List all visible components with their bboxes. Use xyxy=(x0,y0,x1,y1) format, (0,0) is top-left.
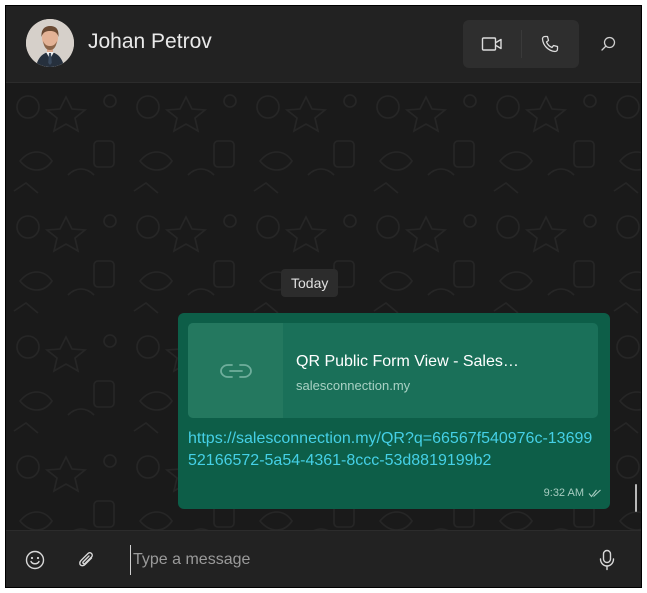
search-button[interactable] xyxy=(591,20,625,68)
message-time: 9:32 AM xyxy=(543,487,584,499)
avatar[interactable] xyxy=(26,19,74,67)
link-preview-title: QR Public Form View - Sales… xyxy=(296,353,519,370)
microphone-icon xyxy=(599,549,615,570)
video-call-button[interactable] xyxy=(463,20,521,68)
outgoing-message-bubble[interactable]: QR Public Form View - Sales… salesconnec… xyxy=(178,313,610,509)
video-camera-icon xyxy=(481,37,502,51)
voice-message-button[interactable] xyxy=(592,531,622,587)
user-avatar-icon xyxy=(26,19,74,67)
double-check-icon xyxy=(588,489,601,497)
link-icon xyxy=(219,363,252,378)
attach-button[interactable] xyxy=(72,531,102,587)
search-icon xyxy=(601,36,616,51)
message-meta: 9:32 AM xyxy=(544,487,602,499)
chat-window: Johan Petrov Today QR Public Form View -… xyxy=(5,5,642,588)
message-composer xyxy=(6,530,641,587)
call-button-group xyxy=(463,20,579,68)
link-preview-domain: salesconnection.my xyxy=(296,378,411,393)
message-link-text[interactable]: https://salesconnection.my/QR?q=66567f54… xyxy=(188,428,598,472)
voice-call-button[interactable] xyxy=(521,20,579,68)
chat-scrollbar[interactable] xyxy=(635,484,637,512)
emoji-button[interactable] xyxy=(20,531,50,587)
message-area[interactable]: Today QR Public Form View - Sales… sales… xyxy=(6,83,641,530)
message-input[interactable] xyxy=(130,545,593,575)
link-preview-thumbnail xyxy=(188,323,283,418)
date-separator: Today xyxy=(281,269,339,297)
paperclip-icon xyxy=(79,551,93,566)
emoji-icon xyxy=(25,550,45,569)
phone-icon xyxy=(541,35,559,53)
chat-header: Johan Petrov xyxy=(6,6,641,83)
link-preview-card[interactable]: QR Public Form View - Sales… salesconnec… xyxy=(188,323,598,418)
contact-name[interactable]: Johan Petrov xyxy=(88,30,212,54)
